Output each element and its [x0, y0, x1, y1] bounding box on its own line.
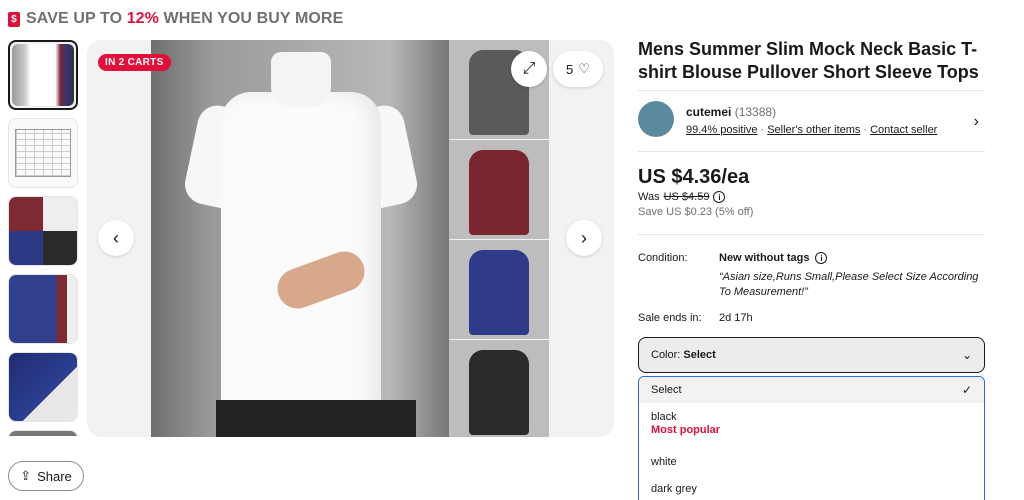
condition-label: Condition:	[638, 252, 688, 264]
thumbnail-1[interactable]	[8, 40, 78, 110]
expand-icon: ⤢	[522, 60, 536, 77]
variant-photo-blue	[449, 240, 549, 339]
expand-button[interactable]: ⤢	[511, 51, 547, 87]
thumbnail-6[interactable]	[8, 430, 78, 436]
was-price: Was US $4.59 i	[638, 191, 726, 203]
seller-card[interactable]: cutemei (13388) 99.4% positive · Seller's …	[638, 90, 985, 152]
price: US $4.36/ea	[638, 166, 750, 188]
color-select[interactable]: Color: Select ⌄	[638, 337, 985, 373]
checkmark-icon: ✓	[961, 383, 972, 397]
promo-banner: $ SAVE UP TO 12% WHEN YOU BUY MORE	[8, 10, 343, 28]
color-dropdown[interactable]: Select ✓ black Most popular white dark g…	[638, 376, 985, 500]
savings-text: Save US $0.23 (5% off)	[638, 206, 754, 218]
thumbnail-5[interactable]	[8, 352, 78, 422]
option-black[interactable]: black Most popular	[639, 403, 984, 449]
image-gallery[interactable]	[87, 40, 614, 437]
seller-other-items-link[interactable]: Seller's other items	[767, 124, 860, 136]
thumbnail-2[interactable]	[8, 118, 78, 188]
main-product-photo	[151, 40, 449, 437]
chevron-right-icon[interactable]: ›	[974, 113, 979, 131]
color-select-value: Select	[683, 349, 716, 361]
most-popular-label: Most popular	[651, 424, 721, 436]
variant-photo-red	[449, 140, 549, 239]
promo-prefix: SAVE UP TO	[26, 10, 127, 27]
variant-photo-column	[449, 40, 549, 437]
listing-details: Mens Summer Slim Mock Neck Basic T-shirt…	[638, 38, 988, 500]
share-button[interactable]: ⇪ Share	[8, 461, 84, 491]
sale-ends-label: Sale ends in:	[638, 312, 702, 324]
share-icon: ⇪	[20, 468, 32, 483]
watch-button[interactable]: 5 ♡	[553, 51, 603, 87]
condition-note: “Asian size,Runs Small,Please Select Siz…	[719, 271, 979, 298]
shopping-bag-icon: $	[8, 11, 20, 27]
positive-feedback-link[interactable]: 99.4% positive	[686, 124, 758, 136]
info-icon[interactable]: i	[713, 191, 726, 203]
previous-image-button[interactable]: ‹	[98, 220, 134, 256]
next-image-button[interactable]: ›	[566, 220, 602, 256]
heart-icon: ♡	[578, 61, 590, 76]
info-icon[interactable]: i	[815, 252, 828, 264]
chevron-right-icon: ›	[581, 227, 587, 248]
chevron-down-icon: ⌄	[961, 348, 972, 362]
option-dark-grey[interactable]: dark grey	[639, 476, 984, 500]
color-select-label: Color:	[651, 349, 681, 361]
promo-percent: 12%	[126, 10, 160, 27]
option-select[interactable]: Select ✓	[639, 377, 984, 403]
share-label: Share	[37, 468, 72, 484]
promo-suffix: WHEN YOU BUY MORE	[159, 10, 344, 27]
thumbnail-4[interactable]	[8, 274, 78, 344]
thumbnail-3[interactable]	[8, 196, 78, 266]
chevron-left-icon: ‹	[113, 227, 119, 248]
condition-value: New without tags i	[719, 252, 828, 264]
seller-name[interactable]: cutemei (13388)	[686, 105, 776, 119]
sale-ends-value: 2d 17h	[719, 312, 753, 324]
seller-feedback-count: (13388)	[734, 105, 777, 119]
listing-title: Mens Summer Slim Mock Neck Basic T-shirt…	[638, 39, 979, 82]
variant-photo-black	[449, 340, 549, 437]
contact-seller-link[interactable]: Contact seller	[870, 124, 937, 136]
divider	[638, 234, 985, 235]
in-carts-badge: IN 2 CARTS	[98, 54, 171, 71]
watch-count: 5	[566, 61, 574, 77]
original-price: US $4.59	[663, 191, 710, 203]
seller-links: 99.4% positive · Seller's other items · Cont…	[686, 124, 938, 136]
option-white[interactable]: white	[639, 449, 984, 476]
thumbnail-strip	[8, 40, 80, 436]
seller-avatar[interactable]	[638, 101, 674, 137]
